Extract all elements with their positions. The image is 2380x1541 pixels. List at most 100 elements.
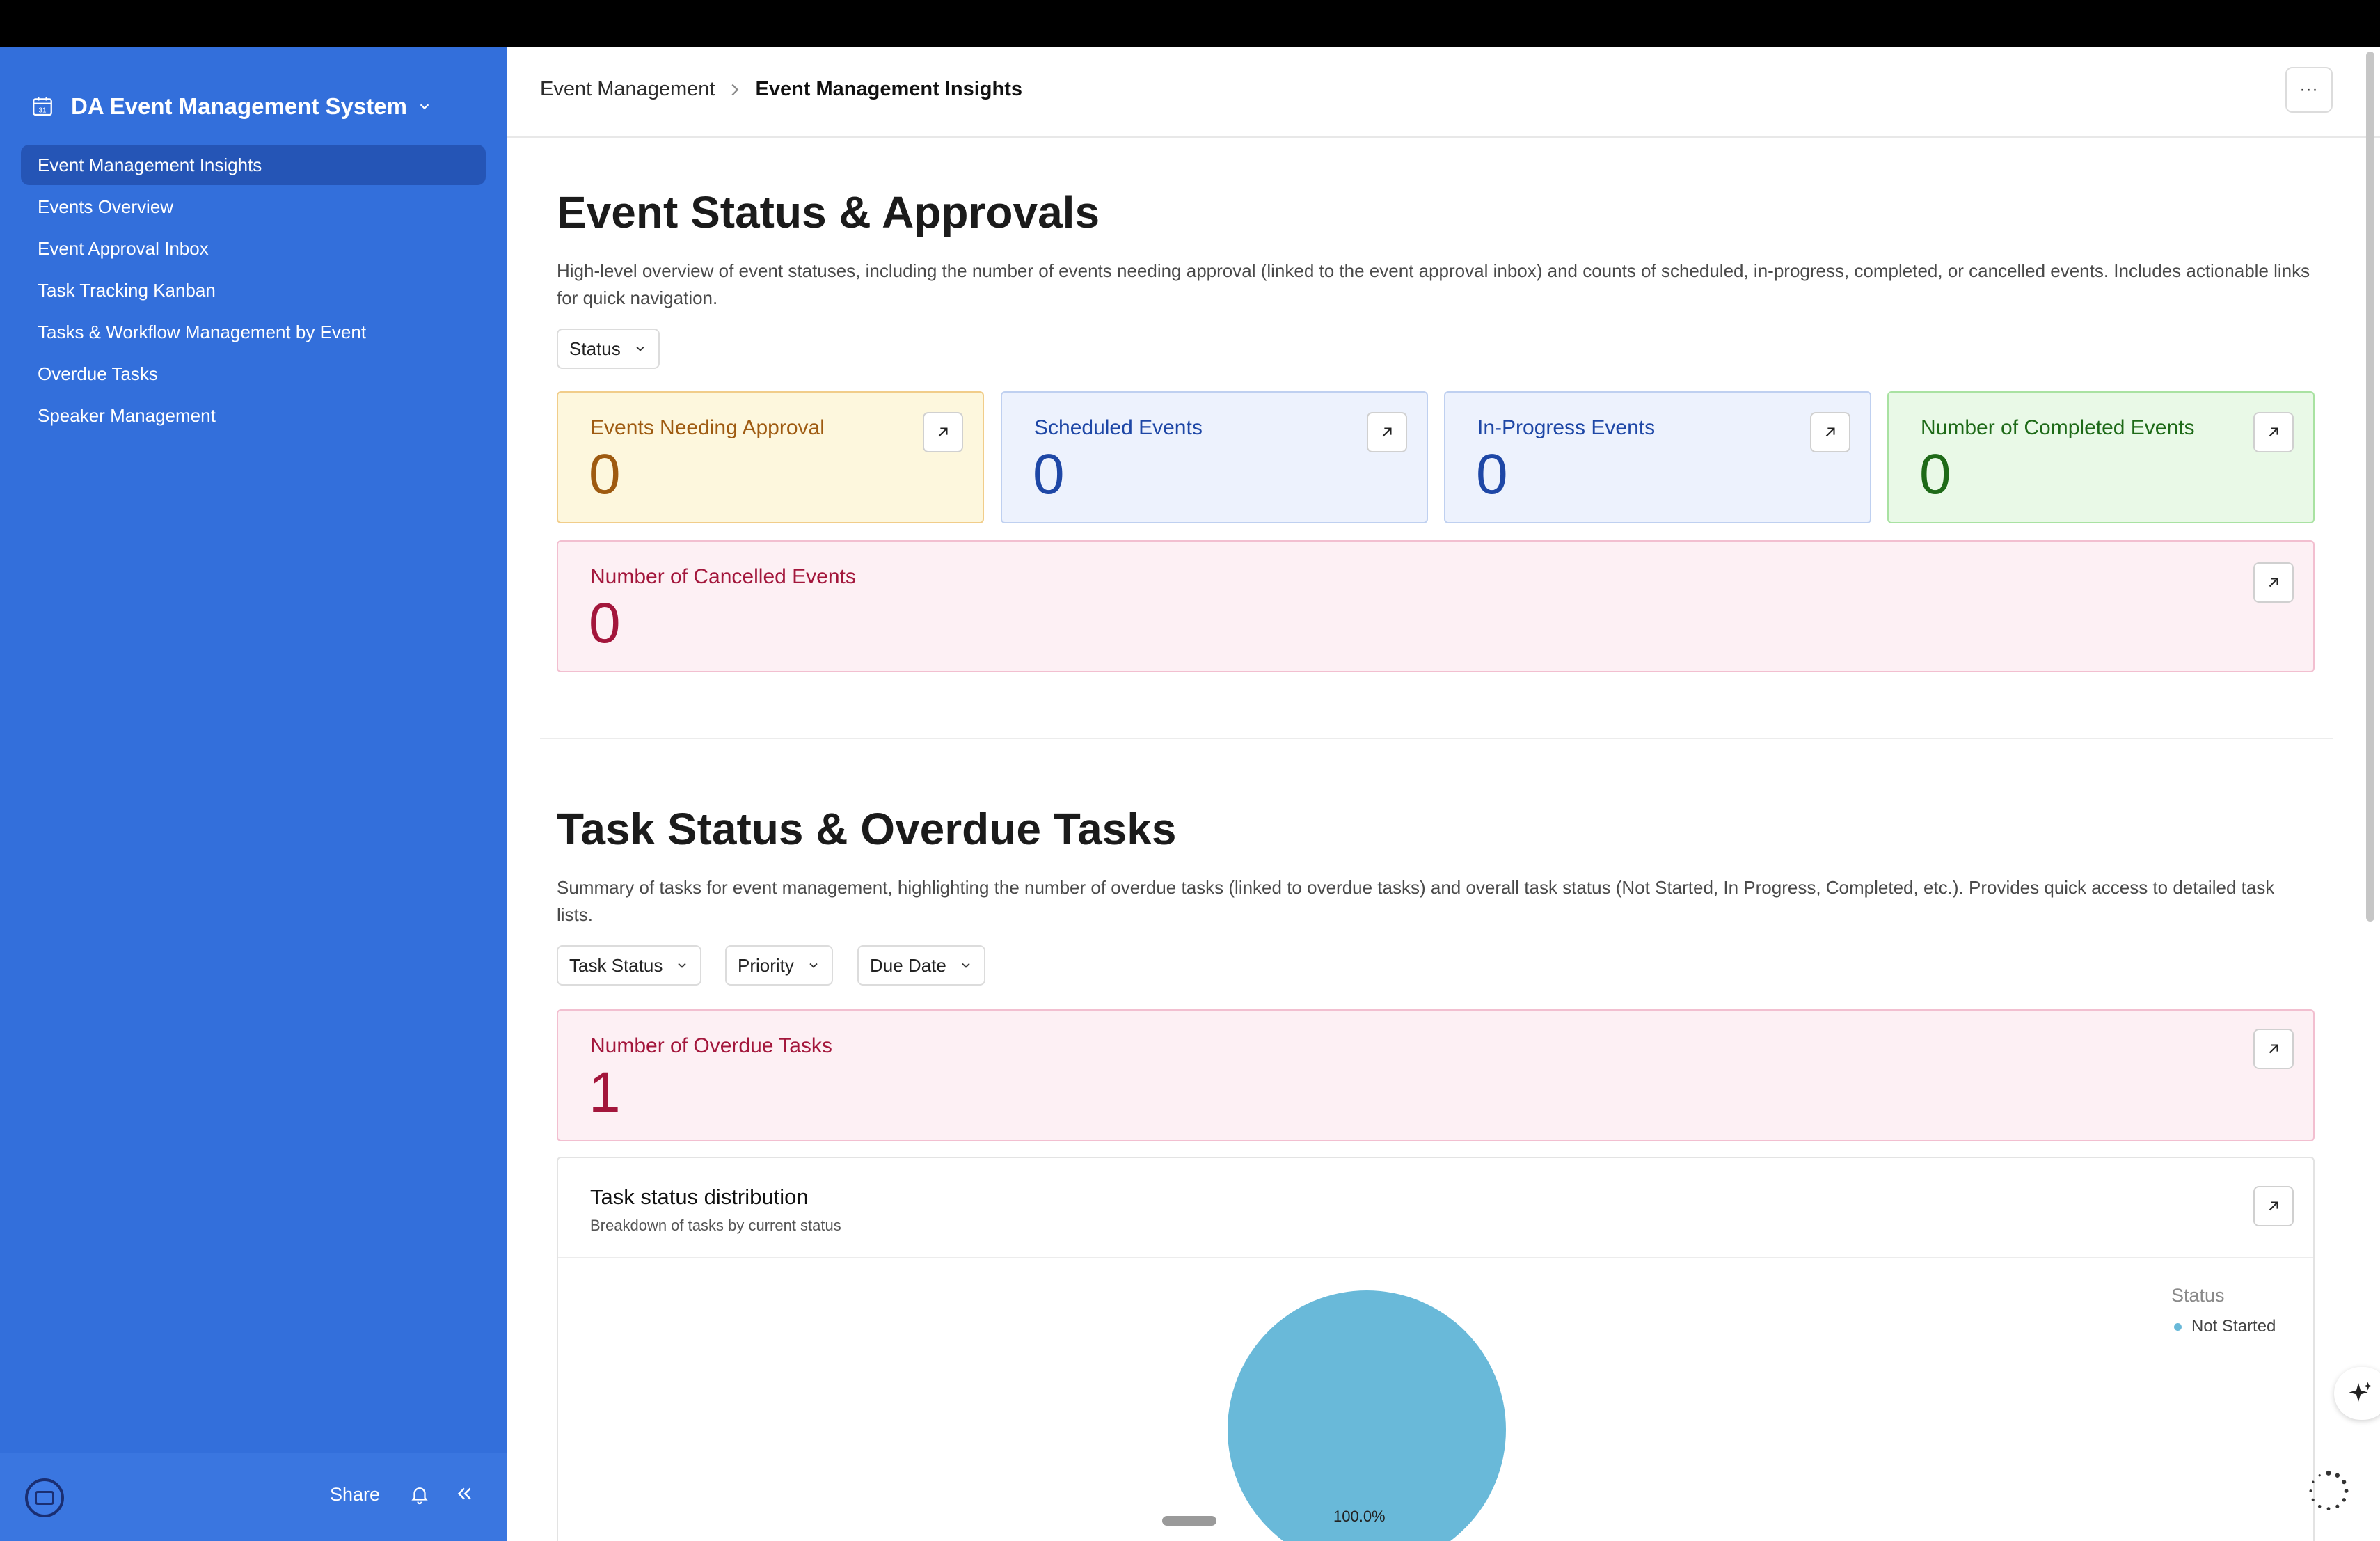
task-status-filter[interactable]: Task Status — [557, 945, 702, 986]
section-title-tasks: Task Status & Overdue Tasks — [557, 804, 1177, 854]
breadcrumb-current: Event Management Insights — [755, 78, 1022, 100]
main-content: Event Management Event Management Insigh… — [507, 47, 2380, 1541]
sidebar-item-label: Events Overview — [38, 196, 174, 217]
pie-chart — [1228, 1290, 1506, 1541]
app-title: DA Event Management System — [71, 93, 407, 119]
open-link-button[interactable] — [2253, 412, 2294, 452]
card-value: 0 — [1919, 443, 1951, 506]
chart-title: Task status distribution — [590, 1185, 809, 1209]
in-progress-events-card[interactable]: In-Progress Events 0 — [1444, 391, 1871, 523]
legend-dot — [2174, 1322, 2182, 1331]
filter-label: Due Date — [870, 954, 946, 976]
section-title-events: Event Status & Approvals — [557, 187, 1100, 237]
app-switcher[interactable]: 31 DA Event Management System — [31, 82, 432, 131]
breadcrumb: Event Management Event Management Insigh… — [540, 78, 1022, 101]
card-value: 0 — [1476, 443, 1508, 506]
overdue-tasks-card[interactable]: Number of Overdue Tasks 1 — [557, 1009, 2315, 1141]
sidebar-item-label: Task Tracking Kanban — [38, 279, 216, 301]
card-label: In-Progress Events — [1477, 416, 1656, 439]
arrow-up-right-icon — [2269, 578, 2278, 587]
sidebar-item-task-tracking-kanban[interactable]: Task Tracking Kanban — [21, 270, 486, 310]
sidebar-item-label: Tasks & Workflow Management by Event — [38, 321, 367, 342]
sidebar-item-event-management-insights[interactable]: Event Management Insights — [21, 145, 486, 185]
priority-filter[interactable]: Priority — [725, 945, 833, 986]
sidebar-item-label: Event Approval Inbox — [38, 237, 209, 259]
filter-label: Task Status — [569, 954, 663, 976]
loading-spinner-icon — [2309, 1470, 2349, 1510]
chevron-down-icon — [809, 963, 818, 968]
ai-assistant-button[interactable] — [2334, 1367, 2380, 1420]
task-status-chart-card: Task status distribution Breakdown of ta… — [557, 1157, 2315, 1541]
section-description-tasks: Summary of tasks for event management, h… — [557, 877, 2275, 925]
card-label: Number of Cancelled Events — [590, 565, 856, 588]
sidebar-item-label: Event Management Insights — [38, 154, 262, 175]
sparkle-icon — [2349, 1382, 2372, 1402]
pie-slice-not-started[interactable] — [1228, 1290, 1506, 1541]
pie-slice-label: 100.0% — [1333, 1508, 1386, 1525]
scrollbar[interactable] — [2366, 52, 2374, 922]
sidebar-item-label: Speaker Management — [38, 404, 216, 426]
card-label: Events Needing Approval — [590, 416, 825, 439]
card-label: Number of Completed Events — [1921, 416, 2195, 439]
chevron-down-icon — [636, 346, 644, 351]
chevron-down-icon — [962, 963, 970, 968]
svg-text:31: 31 — [38, 107, 47, 115]
breadcrumb-parent[interactable]: Event Management — [540, 78, 715, 101]
sidebar: 31 DA Event Management System Event Mana… — [0, 47, 507, 1541]
card-value: 0 — [589, 443, 621, 506]
page-header: Event Management Event Management Insigh… — [507, 47, 2380, 138]
chart-header: Task status distribution Breakdown of ta… — [558, 1158, 2313, 1258]
chevron-right-icon — [731, 84, 739, 95]
avatar-glyph — [35, 1491, 54, 1505]
sidebar-item-event-approval-inbox[interactable]: Event Approval Inbox — [21, 228, 486, 269]
cancelled-events-card[interactable]: Number of Cancelled Events 0 — [557, 540, 2315, 672]
chart-subtitle: Breakdown of tasks by current status — [590, 1217, 841, 1234]
sidebar-item-label: Overdue Tasks — [38, 363, 158, 384]
status-filter[interactable]: Status — [557, 329, 660, 369]
filter-label: Status — [569, 338, 621, 359]
arrow-up-right-icon — [1825, 427, 1835, 437]
open-link-button[interactable] — [1367, 412, 1407, 452]
more-options-button[interactable]: ··· — [2285, 67, 2333, 113]
section-divider — [540, 738, 2333, 739]
legend-title: Status — [2171, 1285, 2225, 1306]
legend-label: Not Started — [2191, 1317, 2276, 1336]
due-date-filter[interactable]: Due Date — [857, 945, 985, 986]
bell-icon[interactable] — [409, 1483, 430, 1506]
card-value: 1 — [589, 1061, 621, 1124]
sidebar-nav: Event Management Insights Events Overvie… — [21, 145, 486, 437]
card-label: Scheduled Events — [1034, 416, 1203, 439]
open-chart-button[interactable] — [2253, 1186, 2294, 1226]
sidebar-item-overdue-tasks[interactable]: Overdue Tasks — [21, 354, 486, 394]
section-description-events: High-level overview of event statuses, i… — [557, 260, 2310, 308]
open-link-button[interactable] — [923, 412, 963, 452]
events-needing-approval-card[interactable]: Events Needing Approval 0 — [557, 391, 984, 523]
sidebar-item-tasks-workflow[interactable]: Tasks & Workflow Management by Event — [21, 312, 486, 352]
sidebar-footer: Share — [0, 1453, 507, 1541]
chevron-down-icon — [420, 104, 429, 110]
chevron-down-icon — [678, 963, 687, 968]
legend-item-not-started[interactable]: Not Started — [2174, 1317, 2276, 1336]
calendar-icon: 31 — [33, 97, 52, 116]
arrow-up-right-icon — [938, 427, 948, 437]
arrow-up-right-icon — [2269, 1201, 2278, 1211]
card-label: Number of Overdue Tasks — [590, 1034, 832, 1057]
share-button[interactable]: Share — [330, 1484, 380, 1506]
arrow-up-right-icon — [2269, 1044, 2278, 1054]
scheduled-events-card[interactable]: Scheduled Events 0 — [1001, 391, 1428, 523]
sidebar-item-speaker-management[interactable]: Speaker Management — [21, 395, 486, 436]
open-link-button[interactable] — [2253, 562, 2294, 603]
filter-label: Priority — [738, 954, 794, 976]
completed-events-card[interactable]: Number of Completed Events 0 — [1887, 391, 2315, 523]
open-link-button[interactable] — [1810, 412, 1850, 452]
sidebar-item-events-overview[interactable]: Events Overview — [21, 187, 486, 227]
card-value: 0 — [1033, 443, 1065, 506]
card-value: 0 — [589, 592, 621, 655]
avatar[interactable] — [25, 1478, 64, 1517]
top-black-bar — [0, 0, 2380, 47]
arrow-up-right-icon — [1382, 427, 1392, 437]
collapse-sidebar-icon[interactable] — [454, 1483, 475, 1505]
arrow-up-right-icon — [2269, 427, 2278, 437]
open-link-button[interactable] — [2253, 1029, 2294, 1069]
drag-handle[interactable] — [1162, 1516, 1216, 1526]
